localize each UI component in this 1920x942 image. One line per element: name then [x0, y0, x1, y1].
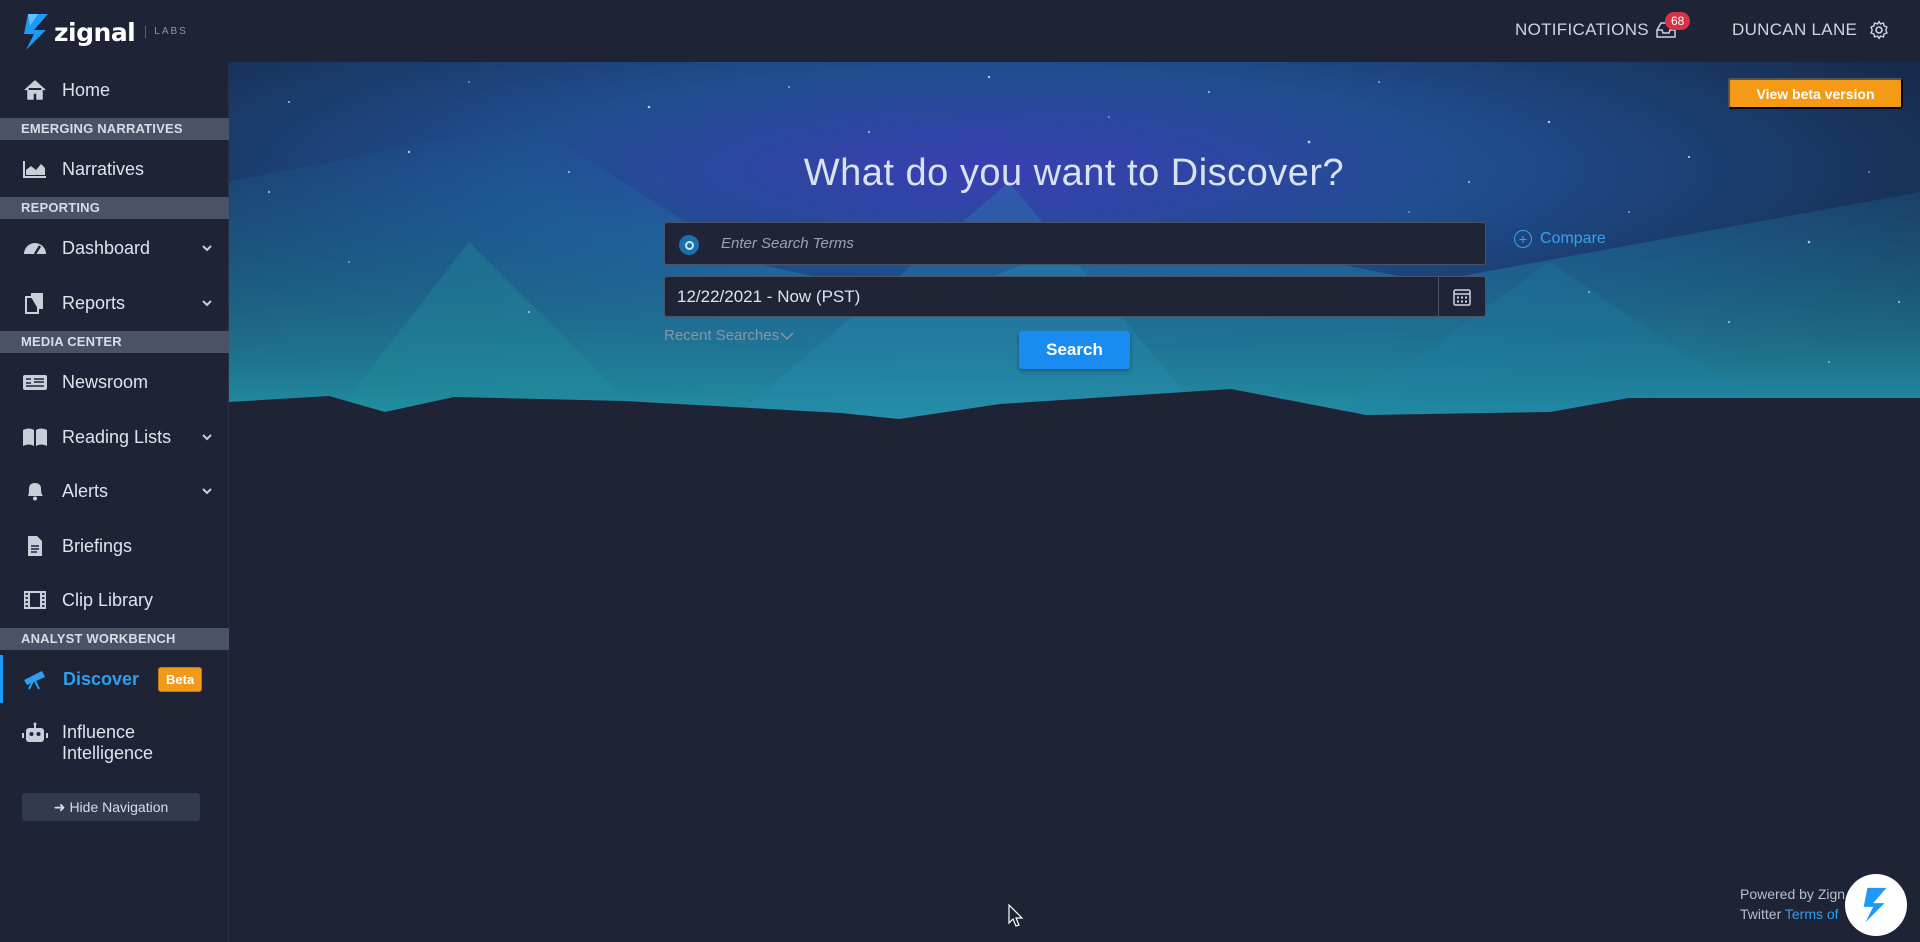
film-icon: [24, 591, 46, 609]
sidebar-item-label: Home: [62, 79, 111, 100]
date-range-picker[interactable]: 12/22/2021 - Now (PST): [664, 276, 1486, 317]
brand-name: zignal: [54, 17, 136, 47]
plus-circle-icon: +: [1514, 230, 1532, 248]
section-emerging-narratives: EMERGING NARRATIVES: [0, 118, 229, 140]
page-headline: What do you want to Discover?: [803, 152, 1345, 194]
zignal-logo-icon: [24, 14, 48, 50]
user-name: DUNCAN LANE: [1732, 20, 1858, 39]
zignal-chat-icon: [1863, 887, 1887, 923]
calendar-icon: [1453, 288, 1471, 306]
twitter-label: Twitter: [1740, 906, 1782, 922]
notifications-button[interactable]: NOTIFICATIONS: [1515, 20, 1677, 40]
sidebar: Home EMERGING NARRATIVES Narratives REPO…: [0, 62, 229, 942]
user-menu[interactable]: DUNCAN LANE: [1732, 20, 1889, 40]
area-chart-icon: [23, 161, 46, 178]
recent-searches-toggle[interactable]: Recent Searches: [664, 327, 795, 344]
sidebar-item-reading-lists[interactable]: Reading Lists: [0, 413, 229, 461]
newspaper-icon: [23, 375, 47, 390]
chat-widget-button[interactable]: [1845, 874, 1907, 936]
gear-icon[interactable]: [1869, 20, 1889, 40]
sidebar-item-label-line1: Influence: [62, 722, 136, 742]
sidebar-item-influence-intelligence[interactable]: Influence Intelligence: [0, 714, 229, 774]
arrow-left-icon: ➜: [53, 798, 66, 815]
document-icon: [28, 536, 42, 556]
beta-badge: Beta: [158, 667, 203, 692]
calendar-button[interactable]: [1438, 277, 1485, 316]
sidebar-item-label: Narratives: [62, 158, 145, 179]
sidebar-item-discover[interactable]: Discover Beta: [0, 655, 229, 703]
bell-icon: [28, 483, 43, 501]
search-bar: [664, 222, 1486, 265]
hide-navigation-label: Hide Navigation: [69, 799, 169, 815]
chevron-down-icon: [780, 331, 794, 340]
sidebar-item-label: Reading Lists: [62, 426, 172, 447]
sidebar-item-label: Briefings: [62, 535, 133, 556]
search-input[interactable]: [721, 223, 1461, 264]
compare-label: Compare: [1540, 230, 1606, 247]
reports-copy-icon: [25, 293, 43, 314]
terms-link[interactable]: Terms of: [1785, 906, 1839, 922]
search-mode-toggle-icon[interactable]: [679, 235, 699, 255]
sidebar-item-briefings[interactable]: Briefings: [0, 522, 229, 570]
sidebar-item-dashboard[interactable]: Dashboard: [0, 224, 229, 272]
sidebar-item-label: Dashboard: [62, 237, 151, 258]
zignal-logo[interactable]: zignal LABS: [22, 12, 188, 52]
brand-sub: LABS: [145, 26, 188, 38]
telescope-icon: [24, 671, 45, 690]
sidebar-item-alerts[interactable]: Alerts: [0, 467, 229, 515]
sidebar-item-narratives[interactable]: Narratives: [0, 145, 229, 193]
chevron-down-icon: [202, 245, 212, 252]
search-button[interactable]: Search: [1019, 331, 1130, 369]
top-bar: zignal LABS NOTIFICATIONS 68 DUNCAN LANE: [0, 0, 1920, 62]
chevron-down-icon: [202, 488, 212, 495]
compare-button[interactable]: + Compare: [1514, 230, 1606, 248]
home-icon: [24, 80, 46, 100]
sidebar-item-label-line2: Intelligence: [62, 743, 154, 763]
sidebar-item-home[interactable]: Home: [0, 66, 229, 114]
robot-icon: [22, 722, 48, 742]
view-beta-version-button[interactable]: View beta version: [1728, 78, 1903, 109]
sidebar-item-label: Clip Library: [62, 589, 154, 610]
section-analyst-workbench: ANALYST WORKBENCH: [0, 628, 229, 650]
dashboard-gauge-icon: [24, 243, 46, 255]
sidebar-item-label: Alerts: [62, 480, 109, 501]
chevron-down-icon: [202, 434, 212, 441]
chevron-down-icon: [202, 300, 212, 307]
notifications-count-badge: 68: [1665, 12, 1691, 30]
open-book-icon: [23, 428, 47, 446]
sidebar-item-reports[interactable]: Reports: [0, 279, 229, 327]
powered-by-text: Powered by Zign: [1740, 886, 1846, 902]
sidebar-item-label: Discover: [63, 668, 140, 689]
hide-navigation-button[interactable]: ➜ Hide Navigation: [22, 793, 200, 821]
section-reporting: REPORTING: [0, 197, 229, 219]
mouse-cursor-icon: [1008, 904, 1024, 927]
date-range-value: 12/22/2021 - Now (PST): [677, 287, 861, 306]
recent-searches-label: Recent Searches: [664, 327, 780, 344]
sidebar-item-newsroom[interactable]: Newsroom: [0, 358, 229, 406]
sidebar-item-clip-library[interactable]: Clip Library: [0, 576, 229, 624]
sidebar-item-label: Reports: [62, 292, 126, 313]
notifications-label: NOTIFICATIONS: [1515, 20, 1649, 39]
sidebar-item-label: Newsroom: [62, 371, 149, 392]
powered-by-footer: Powered by Zign Twitter Terms of: [1740, 884, 1845, 924]
section-media-center: MEDIA CENTER: [0, 331, 229, 353]
